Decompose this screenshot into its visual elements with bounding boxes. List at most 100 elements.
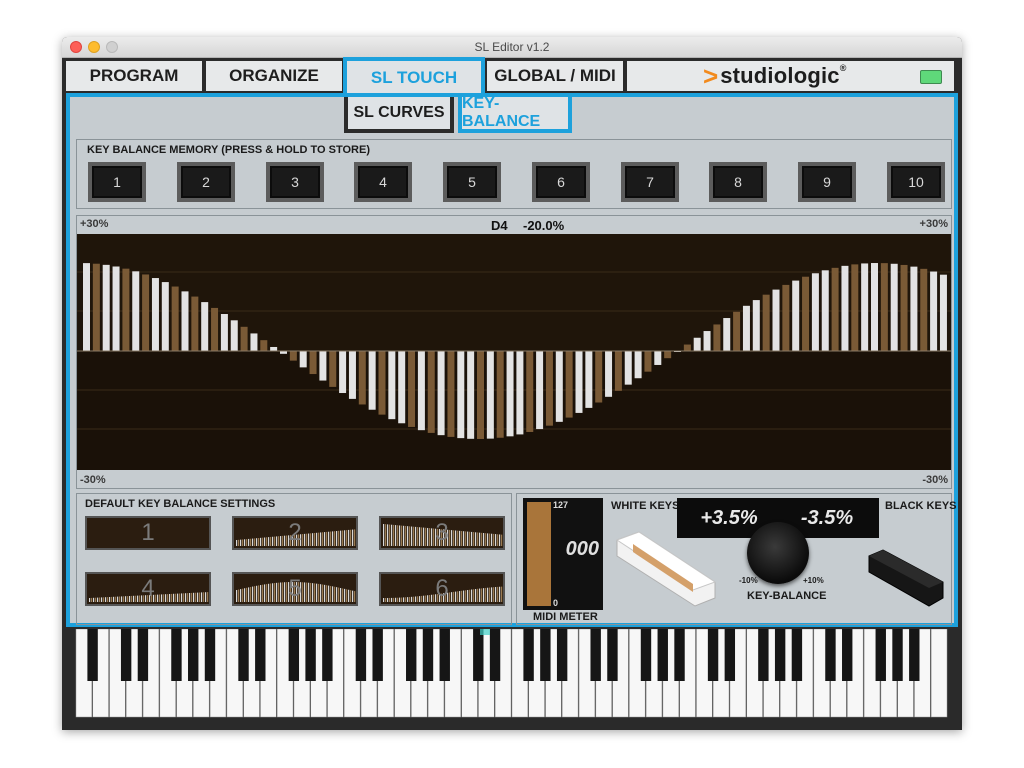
black-key[interactable] xyxy=(489,629,501,681)
balance-bar[interactable] xyxy=(811,273,819,351)
black-key[interactable] xyxy=(724,629,736,681)
black-key[interactable] xyxy=(640,629,652,681)
balance-bar[interactable] xyxy=(595,351,603,403)
black-key[interactable] xyxy=(372,629,383,681)
piano-keys[interactable] xyxy=(62,628,962,730)
balance-bar[interactable] xyxy=(644,351,652,372)
balance-bar[interactable] xyxy=(733,311,741,351)
black-key[interactable] xyxy=(439,629,450,681)
balance-bar[interactable] xyxy=(624,351,632,385)
black-key[interactable] xyxy=(909,629,920,681)
memory-button-8[interactable]: 8 xyxy=(709,162,767,202)
balance-bar[interactable] xyxy=(772,289,780,351)
black-key[interactable] xyxy=(238,629,249,681)
black-key[interactable] xyxy=(791,629,803,681)
balance-bar[interactable] xyxy=(270,346,278,351)
subtab-key-balance[interactable]: KEY-BALANCE xyxy=(458,95,572,133)
balance-bar[interactable] xyxy=(348,351,356,399)
balance-bar[interactable] xyxy=(201,302,209,351)
balance-bar[interactable] xyxy=(102,264,110,351)
balance-bars[interactable] xyxy=(77,234,951,470)
black-key[interactable] xyxy=(875,629,886,681)
balance-bar[interactable] xyxy=(112,266,120,351)
balance-bar[interactable] xyxy=(171,286,179,351)
balance-bar[interactable] xyxy=(83,263,90,351)
balance-bar[interactable] xyxy=(802,276,810,351)
black-key[interactable] xyxy=(707,629,719,681)
balance-bar[interactable] xyxy=(762,294,770,351)
balance-bar[interactable] xyxy=(447,351,455,437)
memory-button-2[interactable]: 2 xyxy=(177,162,235,202)
black-key[interactable] xyxy=(540,629,551,681)
balance-bar[interactable] xyxy=(910,266,918,351)
white-key[interactable] xyxy=(930,628,948,718)
black-key[interactable] xyxy=(473,629,484,681)
black-key[interactable] xyxy=(590,629,601,681)
balance-bar[interactable] xyxy=(693,337,701,351)
balance-bar[interactable] xyxy=(368,351,376,410)
black-key[interactable] xyxy=(204,629,216,681)
balance-bar[interactable] xyxy=(151,278,159,351)
preset-button-6[interactable]: 6 xyxy=(379,572,505,606)
balance-bar[interactable] xyxy=(723,318,731,351)
balance-bar[interactable] xyxy=(506,351,514,437)
balance-bar[interactable] xyxy=(841,265,849,351)
black-key[interactable] xyxy=(355,629,367,681)
balance-bar[interactable] xyxy=(821,270,829,351)
balance-bar[interactable] xyxy=(930,271,938,351)
memory-button-3[interactable]: 3 xyxy=(266,162,324,202)
balance-bar[interactable] xyxy=(713,324,721,351)
balance-bar[interactable] xyxy=(477,351,484,439)
balance-bar[interactable] xyxy=(457,351,465,439)
black-key[interactable] xyxy=(406,629,417,681)
black-key[interactable] xyxy=(774,629,786,681)
balance-bar[interactable] xyxy=(161,282,169,351)
balance-bar[interactable] xyxy=(585,351,593,408)
balance-bar[interactable] xyxy=(417,351,425,431)
preset-button-5[interactable]: 5 xyxy=(232,572,358,606)
black-key[interactable] xyxy=(137,629,149,681)
balance-bar[interactable] xyxy=(250,333,258,351)
balance-bar[interactable] xyxy=(378,351,386,415)
balance-bar[interactable] xyxy=(880,263,888,351)
balance-bar[interactable] xyxy=(831,267,839,351)
balance-bars-area[interactable] xyxy=(77,234,951,470)
balance-bar[interactable] xyxy=(319,351,327,381)
tab-program[interactable]: PROGRAM xyxy=(66,61,202,91)
black-key[interactable] xyxy=(842,629,853,681)
black-key[interactable] xyxy=(188,629,199,681)
key-balance-knob[interactable] xyxy=(747,522,809,584)
black-key[interactable] xyxy=(87,629,98,681)
balance-bar[interactable] xyxy=(358,351,366,405)
balance-bar[interactable] xyxy=(939,274,947,351)
black-key[interactable] xyxy=(674,629,685,681)
piano-keyboard[interactable] xyxy=(62,628,962,730)
black-key[interactable] xyxy=(305,629,316,681)
memory-button-1[interactable]: 1 xyxy=(88,162,146,202)
balance-bar[interactable] xyxy=(427,351,435,433)
balance-bar[interactable] xyxy=(496,351,504,438)
balance-bar[interactable] xyxy=(181,291,189,351)
balance-bar[interactable] xyxy=(614,351,622,391)
black-key[interactable] xyxy=(255,629,266,681)
balance-bar[interactable] xyxy=(605,351,613,397)
balance-bar[interactable] xyxy=(526,351,534,432)
tab-global-midi[interactable]: GLOBAL / MIDI xyxy=(487,61,623,91)
balance-bar[interactable] xyxy=(575,351,583,413)
preset-button-1[interactable]: 1 xyxy=(85,516,211,550)
balance-bar[interactable] xyxy=(299,351,307,368)
memory-button-5[interactable]: 5 xyxy=(443,162,501,202)
tab-sl-touch[interactable]: SL TOUCH xyxy=(343,57,485,95)
balance-bar[interactable] xyxy=(486,351,494,439)
balance-bar[interactable] xyxy=(782,284,790,351)
balance-bar[interactable] xyxy=(920,268,928,351)
memory-button-4[interactable]: 4 xyxy=(354,162,412,202)
balance-bar[interactable] xyxy=(900,264,908,351)
black-key[interactable] xyxy=(657,629,668,681)
balance-bar[interactable] xyxy=(634,351,642,379)
black-key[interactable] xyxy=(892,629,903,681)
balance-bar[interactable] xyxy=(565,351,573,418)
balance-bar[interactable] xyxy=(260,340,268,351)
memory-button-7[interactable]: 7 xyxy=(621,162,679,202)
black-key[interactable] xyxy=(422,629,434,681)
